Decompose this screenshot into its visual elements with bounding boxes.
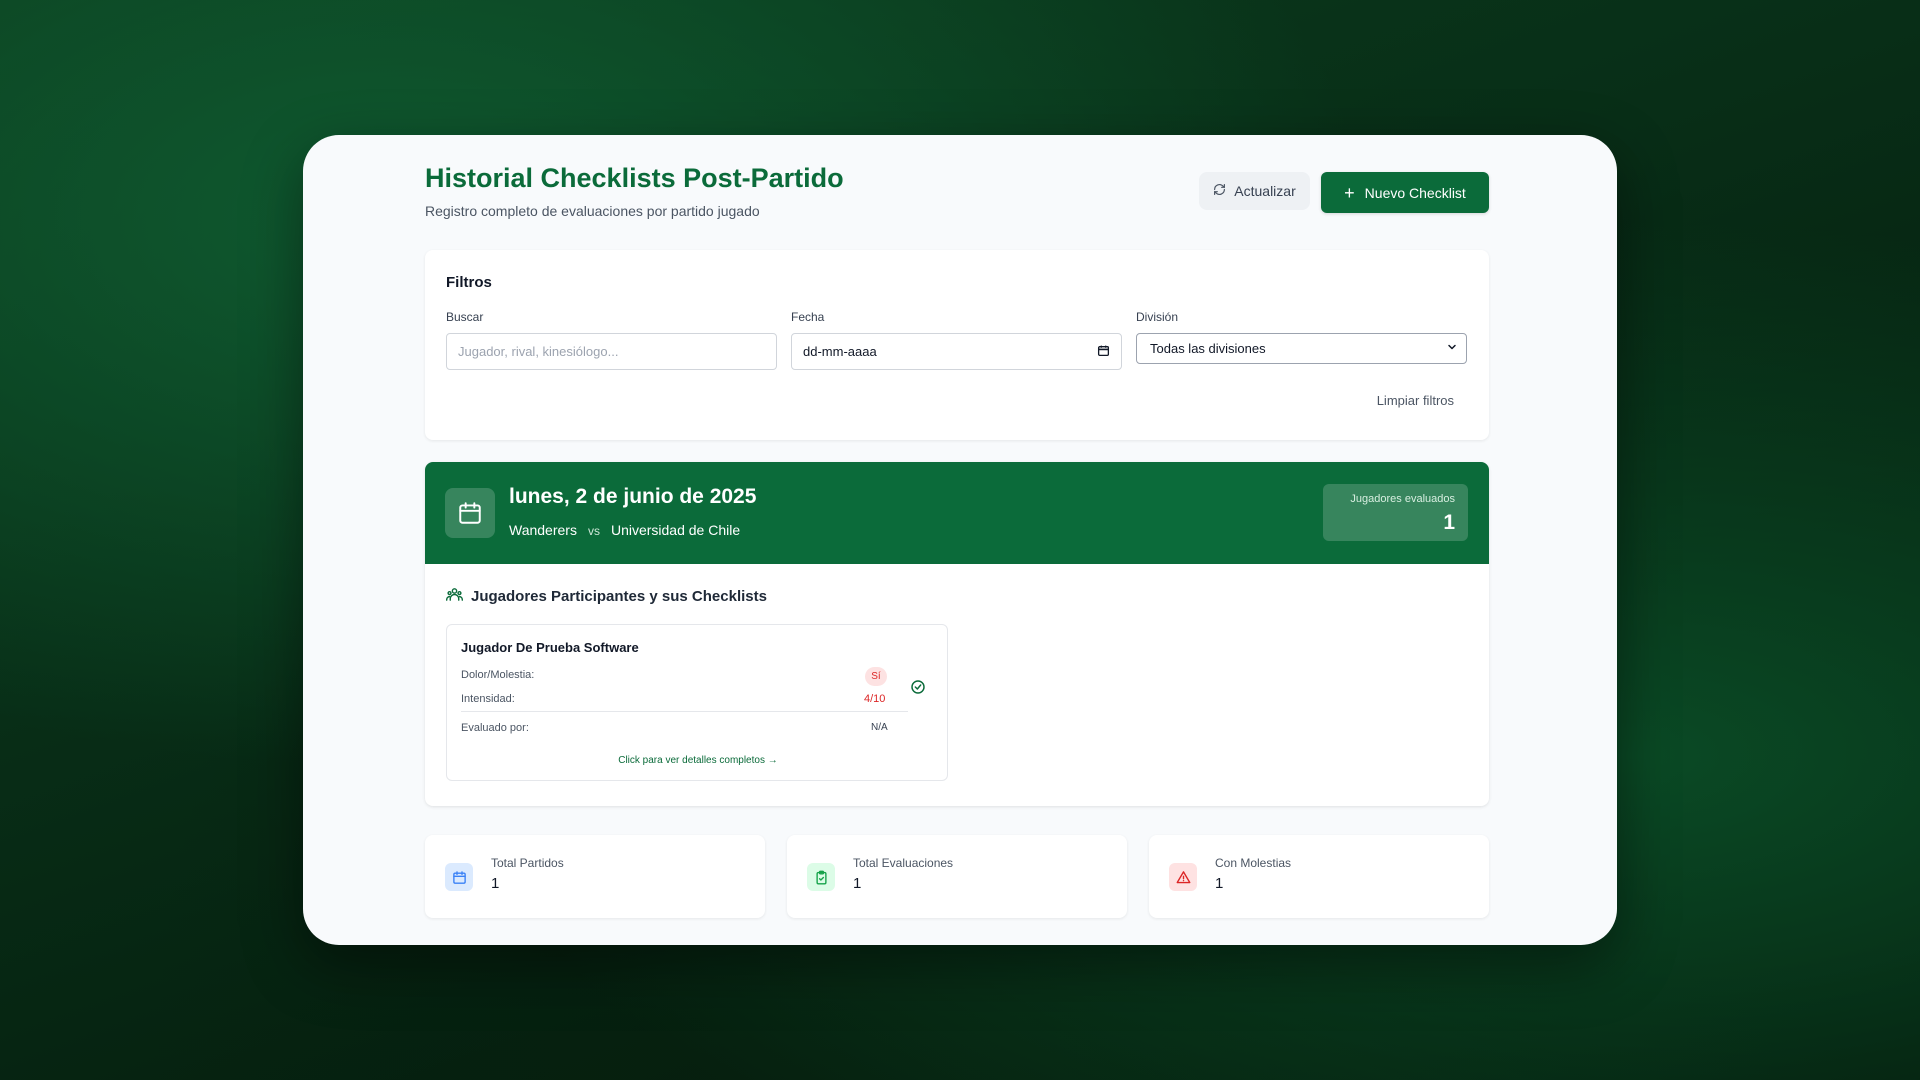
users-icon	[446, 586, 463, 607]
stat-value: 1	[1215, 875, 1224, 892]
player-checklist-card[interactable]: Jugador De Prueba Software Dolor/Molesti…	[446, 624, 948, 781]
plus-icon: +	[1344, 182, 1355, 203]
match-card: lunes, 2 de junio de 2025 Wanderers vs U…	[425, 462, 1489, 806]
pain-badge: Sí	[865, 667, 887, 686]
division-select[interactable]: Todas las divisiones	[1136, 333, 1467, 364]
refresh-label: Actualizar	[1234, 183, 1296, 199]
stat-with-discomfort: Con Molestias 1	[1149, 835, 1489, 918]
calendar-icon	[445, 863, 473, 891]
date-input[interactable]: dd-mm-aaaa	[791, 333, 1122, 370]
filters-title: Filtros	[446, 274, 492, 291]
stat-value: 1	[853, 875, 862, 892]
calendar-icon	[445, 488, 495, 538]
vs-label: vs	[587, 524, 600, 538]
filters-panel: Filtros Buscar Jugador, rival, kinesiólo…	[425, 250, 1489, 440]
away-team: Universidad de Chile	[610, 522, 741, 538]
details-link[interactable]: Click para ver detalles completos →	[447, 755, 949, 766]
stat-total-matches: Total Partidos 1	[425, 835, 765, 918]
evaluator-label: Evaluado por:	[461, 722, 529, 734]
date-label: Fecha	[791, 310, 825, 324]
evaluated-players-label: Jugadores evaluados	[1350, 493, 1455, 505]
new-checklist-button[interactable]: + Nuevo Checklist	[1321, 172, 1489, 213]
new-checklist-label: Nuevo Checklist	[1364, 184, 1466, 201]
division-label: División	[1136, 310, 1179, 324]
intensity-value: 4/10	[864, 693, 886, 705]
card-divider	[461, 711, 908, 712]
refresh-icon	[1213, 183, 1226, 199]
intensity-label: Intensidad:	[461, 693, 515, 705]
evaluated-players-box: Jugadores evaluados 1	[1323, 484, 1468, 541]
match-teams: Wanderers vs Universidad de Chile	[509, 522, 740, 538]
chevron-down-icon	[1446, 341, 1458, 356]
page-subtitle: Registro completo de evaluaciones por pa…	[425, 203, 760, 219]
home-team: Wanderers	[509, 522, 577, 538]
stat-value: 1	[491, 875, 500, 892]
date-picker-icon[interactable]	[1097, 344, 1110, 360]
search-input[interactable]: Jugador, rival, kinesiólogo...	[446, 333, 777, 370]
match-date: lunes, 2 de junio de 2025	[509, 485, 757, 508]
stat-label: Total Evaluaciones	[853, 856, 954, 870]
pain-label: Dolor/Molestia:	[461, 669, 535, 681]
main-card: Historial Checklists Post-Partido Regist…	[303, 135, 1617, 945]
date-value: dd-mm-aaaa	[803, 344, 877, 359]
match-header: lunes, 2 de junio de 2025 Wanderers vs U…	[425, 462, 1489, 564]
refresh-button[interactable]: Actualizar	[1199, 172, 1310, 210]
participants-title: Jugadores Participantes y sus Checklists	[471, 588, 767, 605]
stat-label: Total Partidos	[491, 856, 564, 870]
evaluator-value: N/A	[871, 722, 888, 733]
participants-heading: Jugadores Participantes y sus Checklists	[446, 586, 767, 607]
division-selected: Todas las divisiones	[1150, 341, 1266, 356]
search-label: Buscar	[446, 310, 484, 324]
alert-triangle-icon	[1169, 863, 1197, 891]
check-circle-icon	[910, 679, 926, 700]
stat-total-evaluations: Total Evaluaciones 1	[787, 835, 1127, 918]
clipboard-check-icon	[807, 863, 835, 891]
evaluated-players-count: 1	[1443, 511, 1455, 534]
player-name: Jugador De Prueba Software	[461, 640, 639, 655]
clear-filters-button[interactable]: Limpiar filtros	[1377, 393, 1454, 408]
stat-label: Con Molestias	[1215, 856, 1292, 870]
page-title: Historial Checklists Post-Partido	[425, 163, 844, 193]
